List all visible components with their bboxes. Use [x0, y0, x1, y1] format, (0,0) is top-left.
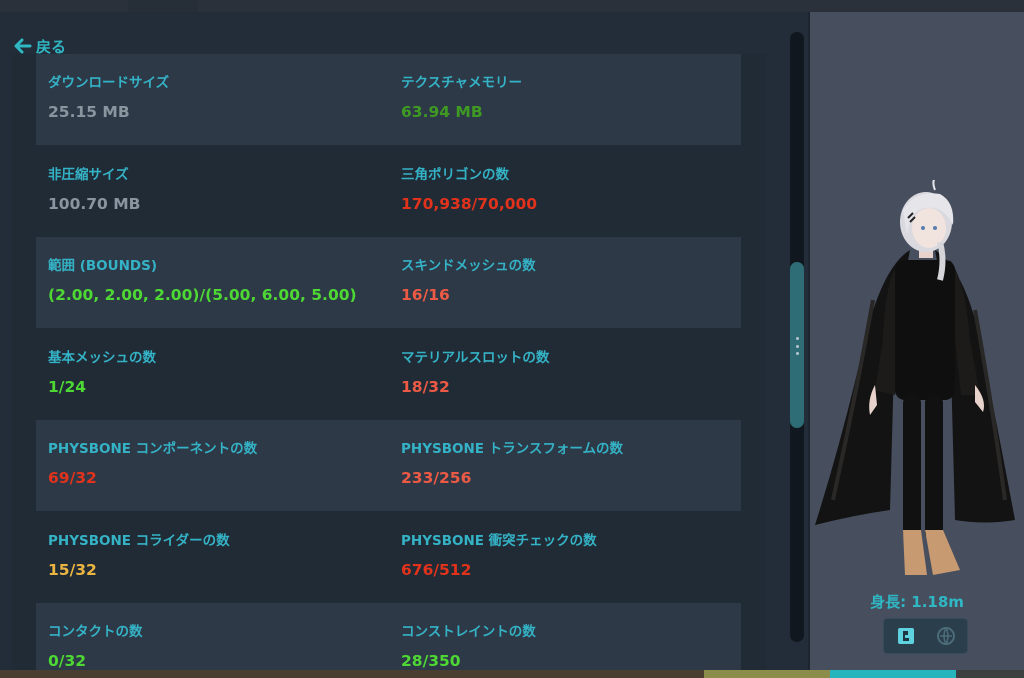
- stat-label: PHYSBONE トランスフォームの数: [401, 441, 624, 457]
- stat-item: PHYSBONE コライダーの数 15/32: [48, 512, 388, 603]
- scrollbar-grip-icon: [794, 337, 800, 355]
- bottom-strip: [0, 670, 1024, 678]
- preview-view-toggle[interactable]: [883, 618, 968, 654]
- stats-row-inner: 非圧縮サイズ 100.70 MB 三角ポリゴンの数 170,938/70,000: [36, 146, 741, 237]
- stat-label: ダウンロードサイズ: [48, 75, 170, 91]
- stat-item: 基本メッシュの数 1/24: [48, 329, 388, 420]
- stat-value: 100.70 MB: [48, 194, 141, 213]
- stat-item: コンタクトの数 0/32: [48, 603, 388, 670]
- stat-value: 63.94 MB: [401, 103, 483, 121]
- stat-label: PHYSBONE コンポーネントの数: [48, 441, 258, 457]
- stats-row: 非圧縮サイズ 100.70 MB 三角ポリゴンの数 170,938/70,000: [12, 146, 766, 237]
- avatar-view-icon: [898, 628, 914, 644]
- world-view-icon: [937, 627, 955, 645]
- stats-row-inner: ダウンロードサイズ 25.15 MB テクスチャメモリー 63.94 MB: [36, 54, 741, 145]
- stat-value: 25.15 MB: [48, 103, 130, 121]
- stat-value: 28/350: [401, 652, 461, 670]
- performance-stats-list[interactable]: ダウンロードサイズ 25.15 MB テクスチャメモリー 63.94 MB 非圧縮サイズ…: [12, 54, 766, 670]
- stat-label: テクスチャメモリー: [401, 75, 522, 91]
- avatar-view-button[interactable]: [889, 623, 923, 649]
- stats-row: 基本メッシュの数 1/24 マテリアルスロットの数 18/32: [12, 329, 766, 420]
- stat-item: ダウンロードサイズ 25.15 MB: [48, 54, 388, 145]
- top-bar: [0, 0, 1024, 40]
- stats-row: 範囲 (BOUNDS) (2.00, 2.00, 2.00)/(5.00, 6.0…: [12, 237, 766, 328]
- stat-label: PHYSBONE 衝突チェックの数: [401, 532, 597, 549]
- arrow-left-icon: [14, 38, 32, 54]
- stat-item: コンストレイントの数 28/350: [401, 603, 741, 670]
- stats-row: PHYSBONE コライダーの数 15/32 PHYSBONE 衝突チェックの数 67…: [12, 512, 766, 603]
- stat-value: 1/24: [48, 377, 87, 396]
- stat-item: PHYSBONE 衝突チェックの数 676/512: [401, 512, 741, 603]
- stat-value: 0/32: [48, 652, 87, 670]
- stat-label: 非圧縮サイズ: [48, 166, 129, 183]
- stats-row: ダウンロードサイズ 25.15 MB テクスチャメモリー 63.94 MB: [12, 54, 766, 145]
- stat-value: 676/512: [401, 560, 472, 579]
- stat-label: 範囲 (BOUNDS): [48, 258, 157, 274]
- stat-label: 三角ポリゴンの数: [401, 166, 509, 183]
- stat-label: PHYSBONE コライダーの数: [48, 532, 230, 549]
- stat-label: 基本メッシュの数: [48, 349, 156, 366]
- world-view-button[interactable]: [929, 623, 963, 649]
- stat-item: PHYSBONE トランスフォームの数 233/256: [401, 420, 741, 511]
- stat-item: テクスチャメモリー 63.94 MB: [401, 54, 741, 145]
- stats-row-inner: PHYSBONE コンポーネントの数 69/32 PHYSBONE トランスフォーム…: [36, 420, 741, 511]
- stat-value: 233/256: [401, 469, 472, 487]
- stat-label: マテリアルスロットの数: [401, 349, 550, 366]
- stat-item: 三角ポリゴンの数 170,938/70,000: [401, 146, 741, 237]
- stats-row-inner: 範囲 (BOUNDS) (2.00, 2.00, 2.00)/(5.00, 6.0…: [36, 237, 741, 328]
- stats-row-inner: PHYSBONE コライダーの数 15/32 PHYSBONE 衝突チェックの数 67…: [36, 512, 741, 603]
- stat-value: 170,938/70,000: [401, 194, 538, 213]
- stat-item: PHYSBONE コンポーネントの数 69/32: [48, 420, 388, 511]
- stats-row: PHYSBONE コンポーネントの数 69/32 PHYSBONE トランスフォーム…: [12, 420, 766, 511]
- stat-value: 15/32: [48, 560, 97, 579]
- stat-label: コンストレイントの数: [401, 624, 536, 640]
- avatar-figure: [815, 180, 1015, 575]
- stats-row-inner: 基本メッシュの数 1/24 マテリアルスロットの数 18/32: [36, 329, 741, 420]
- stat-value: 16/16: [401, 286, 450, 304]
- stat-value: 69/32: [48, 469, 97, 487]
- stat-label: コンタクトの数: [48, 624, 143, 640]
- stats-row: コンタクトの数 0/32 コンストレイントの数 28/350: [12, 603, 766, 670]
- stats-row-inner: コンタクトの数 0/32 コンストレイントの数 28/350: [36, 603, 741, 670]
- stat-item: スキンドメッシュの数 16/16: [401, 237, 741, 328]
- stat-value: 18/32: [401, 377, 450, 396]
- avatar-height-label: 身長: 1.18m: [870, 593, 964, 611]
- stat-item: 非圧縮サイズ 100.70 MB: [48, 146, 388, 237]
- stat-value: (2.00, 2.00, 2.00)/(5.00, 6.00, 5.00): [48, 286, 357, 304]
- stat-item: マテリアルスロットの数 18/32: [401, 329, 741, 420]
- stat-label: スキンドメッシュの数: [401, 258, 536, 274]
- stat-item: 範囲 (BOUNDS) (2.00, 2.00, 2.00)/(5.00, 6.0…: [48, 237, 388, 328]
